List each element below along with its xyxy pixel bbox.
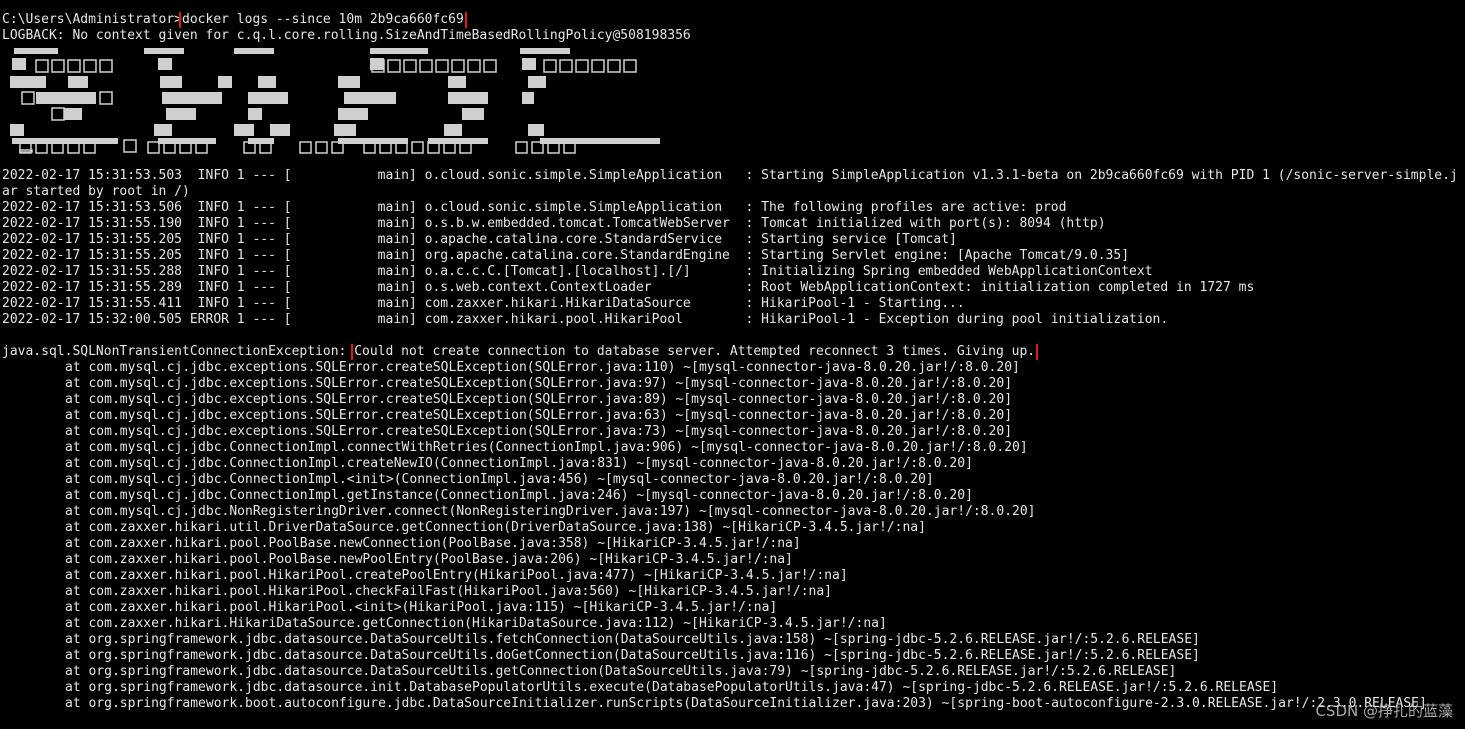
stack-frame: at com.zaxxer.hikari.pool.PoolBase.newCo… [65,536,801,551]
csdn-watermark: CSDN @挣扎的蓝藻 [1315,702,1453,720]
stack-frame: at org.springframework.jdbc.datasource.D… [65,632,1200,647]
log-line: 2022-02-17 15:31:55.190 INFO 1 --- [ mai… [2,216,1106,231]
stack-frame: at com.zaxxer.hikari.pool.HikariPool.che… [65,584,833,599]
command-line: C:\Users\Administrator>docker logs --sin… [2,12,1465,28]
stack-frame: at org.springframework.boot.autoconfigur… [65,696,1427,711]
stack-frame: at com.mysql.cj.jdbc.ConnectionImpl.getI… [65,488,973,503]
logback-warning: LOGBACK: No context given for c.q.l.core… [2,28,691,43]
terminal-window[interactable]: C:\Users\Administrator>docker logs --sin… [0,0,1465,729]
log-line-error: 2022-02-17 15:32:00.505 ERROR 1 --- [ ma… [2,312,1169,327]
log-line: 2022-02-17 15:31:53.506 INFO 1 --- [ mai… [2,200,1067,215]
stack-trace: at com.mysql.cj.jdbc.exceptions.SQLError… [2,360,1465,712]
stack-frame: at com.mysql.cj.jdbc.ConnectionImpl.<ini… [65,472,934,487]
log-line: 2022-02-17 15:31:55.411 INFO 1 --- [ mai… [2,296,965,311]
stack-frame: at com.mysql.cj.jdbc.exceptions.SQLError… [65,376,1013,391]
stack-frame: at com.zaxxer.hikari.pool.HikariPool.<in… [65,600,778,615]
stack-frame: at com.zaxxer.hikari.pool.PoolBase.newPo… [65,552,793,567]
exception-class: java.sql.SQLNonTransientConnectionExcept… [2,344,355,359]
stack-frame: at com.zaxxer.hikari.pool.HikariPool.cre… [65,568,848,583]
stack-frame: at org.springframework.jdbc.datasource.i… [65,680,1279,695]
stack-frame: at com.zaxxer.hikari.util.DriverDataSour… [65,520,926,535]
stack-frame: at org.springframework.jdbc.datasource.D… [65,648,1200,663]
log-line: 2022-02-17 15:31:55.288 INFO 1 --- [ mai… [2,264,1153,279]
stack-frame: at org.springframework.jdbc.datasource.D… [65,664,1177,679]
shell-prompt: C:\Users\Administrator> [2,12,183,27]
log-line: 2022-02-17 15:31:55.289 INFO 1 --- [ mai… [2,280,1255,295]
stack-frame: at com.mysql.cj.jdbc.exceptions.SQLError… [65,392,1013,407]
exception-message: Could not create connection to database … [351,344,1039,360]
stack-frame: at com.mysql.cj.jdbc.ConnectionImpl.conn… [65,440,1028,455]
ascii-banner-boxes-icon [19,141,576,154]
ascii-banner [2,44,1465,156]
stack-frame: at com.mysql.cj.jdbc.exceptions.SQLError… [65,408,1013,423]
log-line: 2022-02-17 15:31:55.205 INFO 1 --- [ mai… [2,232,957,247]
stack-frame: at com.mysql.cj.jdbc.exceptions.SQLError… [65,424,1013,439]
log-line: 2022-02-17 15:31:55.205 INFO 1 --- [ mai… [2,248,1130,263]
startup-log: 2022-02-17 15:31:53.503 INFO 1 --- [ mai… [2,168,1465,328]
stack-frame: at com.zaxxer.hikari.HikariDataSource.ge… [65,616,887,631]
stack-frame: at com.mysql.cj.jdbc.exceptions.SQLError… [65,360,1020,375]
exception-line: java.sql.SQLNonTransientConnectionExcept… [2,344,1465,360]
stack-frame: at com.mysql.cj.jdbc.NonRegisteringDrive… [65,504,1036,519]
ascii-art-logo-icon [10,48,660,153]
stack-frame: at com.mysql.cj.jdbc.ConnectionImpl.crea… [65,456,973,471]
log-line: 2022-02-17 15:31:53.503 INFO 1 --- [ mai… [2,168,1458,199]
docker-command: docker logs --since 10m 2b9ca660fc69 [179,12,467,28]
